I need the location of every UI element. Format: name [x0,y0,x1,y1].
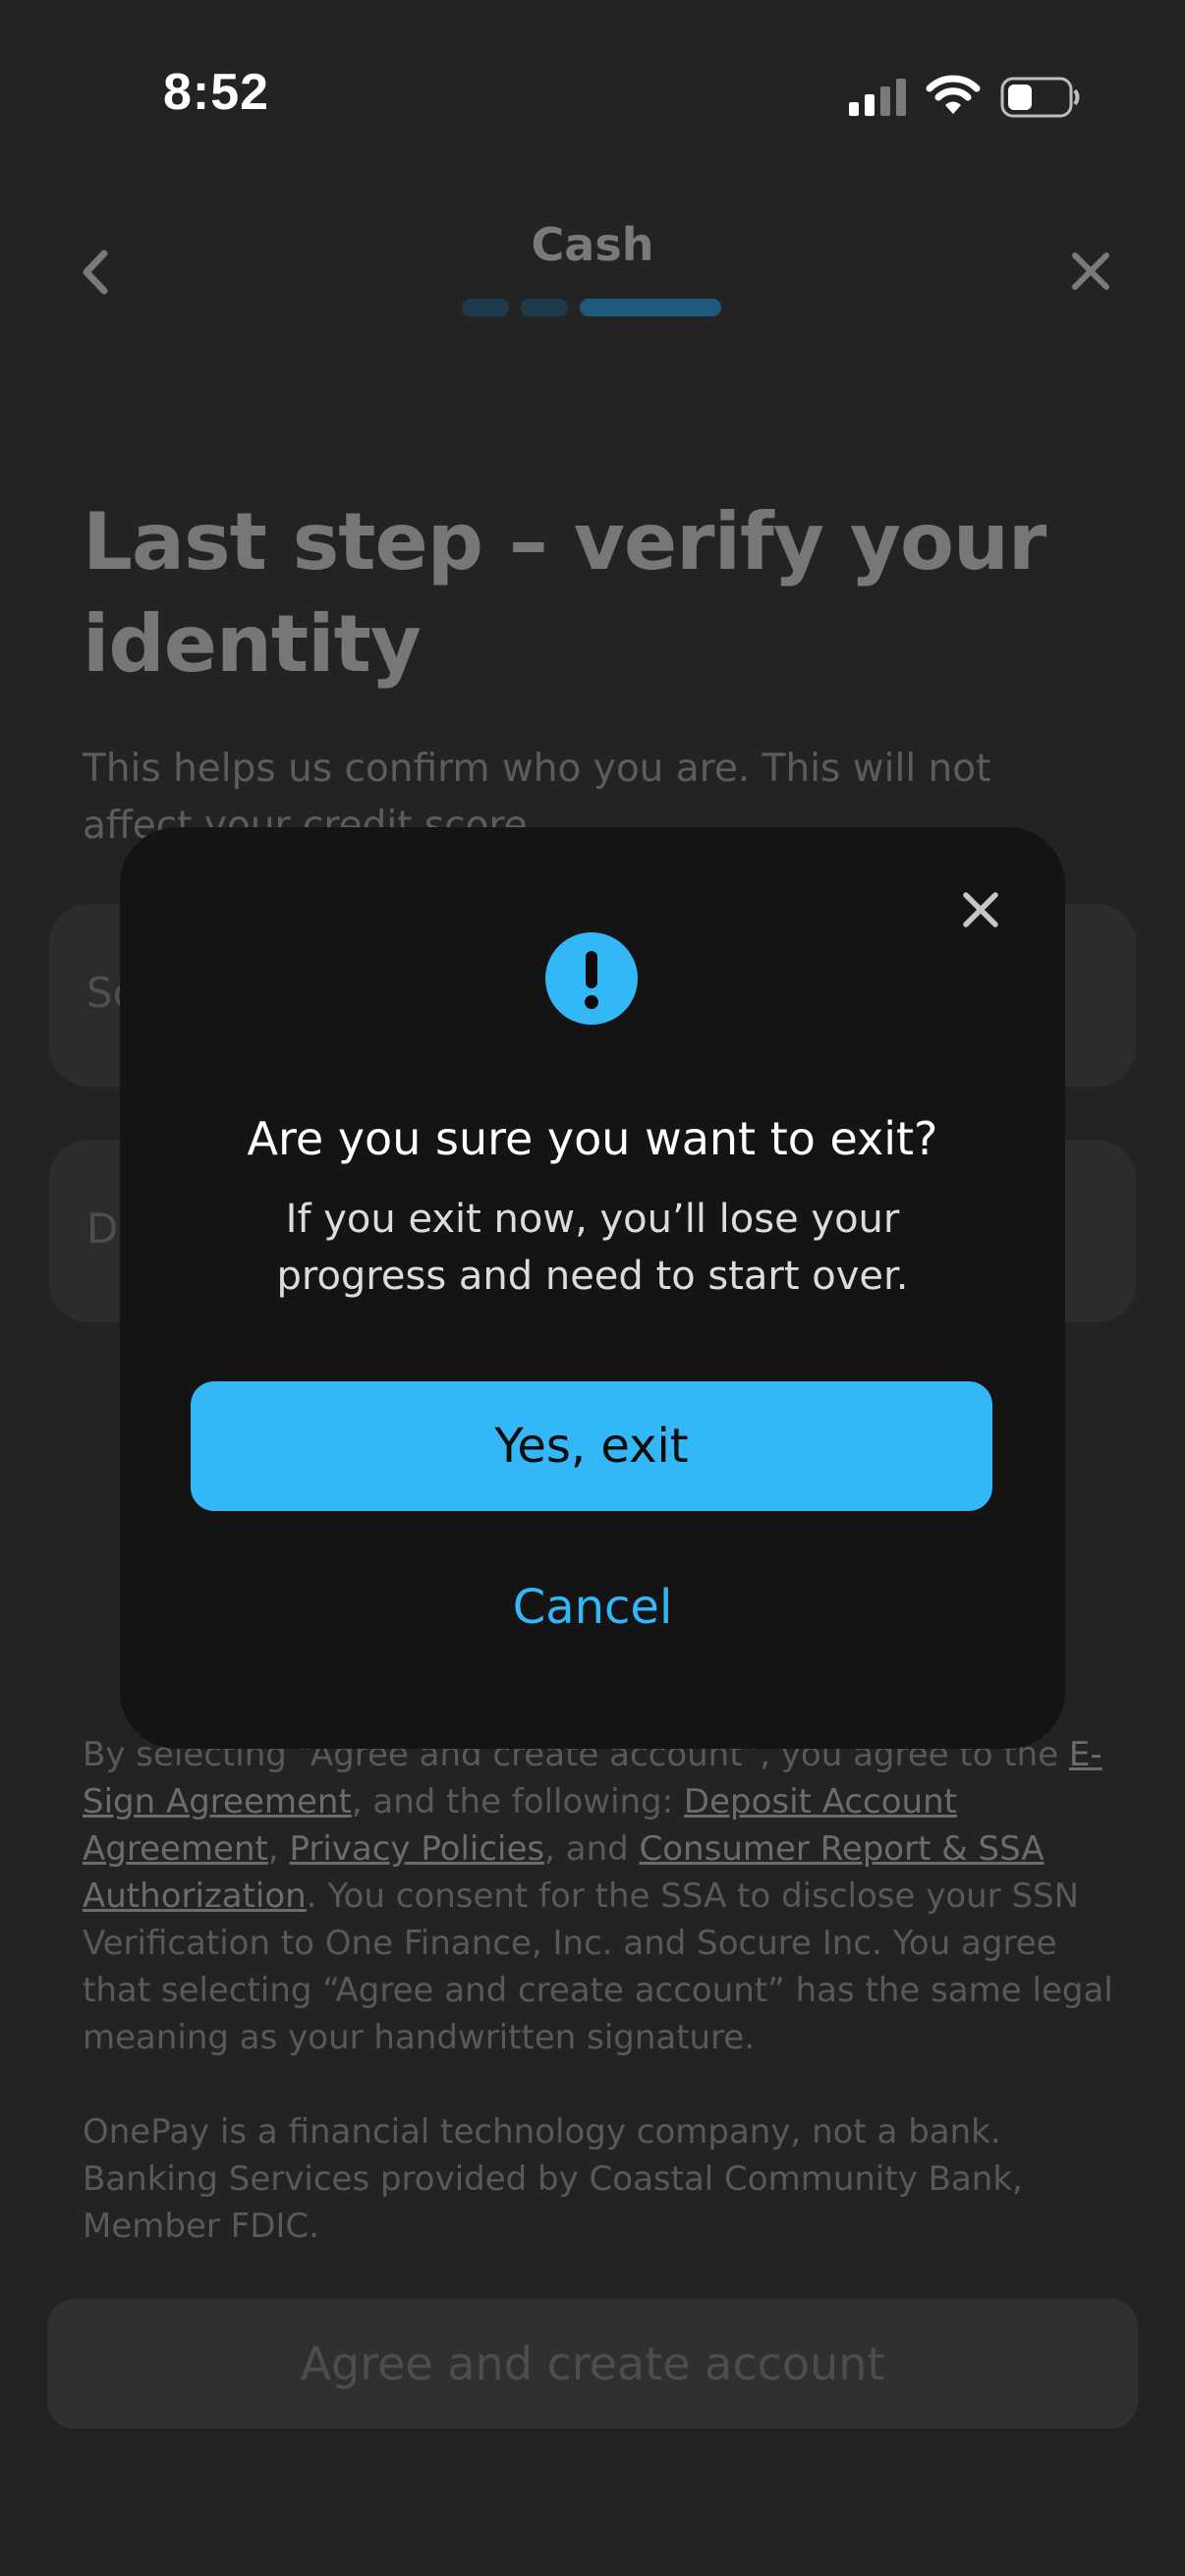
page-heading: Last step – verify your identity [83,496,1046,690]
status-time: 8:52 [163,64,270,121]
exit-confirmation-modal: Are you sure you want to exit? If you ex… [120,827,1065,1749]
progress-step-3 [580,299,721,316]
cellular-signal-icon [849,79,908,116]
modal-title: Are you sure you want to exit? [247,1112,938,1165]
progress-step-1 [462,299,509,316]
modal-close-icon[interactable] [961,890,1000,929]
legal-mid-2: , [267,1829,290,1869]
legal-mid-3: , and [544,1829,640,1869]
legal-consent-text: By selecting “Agree and create account”,… [83,1731,1114,2061]
header-title: Cash [531,218,654,271]
battery-icon [1000,77,1080,118]
modal-message: If you exit now, you’ll lose your progre… [276,1197,909,1299]
wifi-icon [926,75,981,114]
yes-exit-button[interactable]: Yes, exit [191,1381,992,1511]
close-icon[interactable] [1069,250,1112,293]
exclamation-circle-icon [545,932,638,1025]
cancel-button[interactable]: Cancel [120,1580,1065,1635]
bank-disclaimer: OnePay is a financial technology company… [83,2112,1023,2246]
progress-step-2 [521,299,568,316]
privacy-policies-link[interactable]: Privacy Policies [289,1829,544,1869]
agree-create-account-button[interactable]: Agree and create account [47,2299,1138,2429]
legal-mid-1: , and the following: [351,1782,684,1821]
